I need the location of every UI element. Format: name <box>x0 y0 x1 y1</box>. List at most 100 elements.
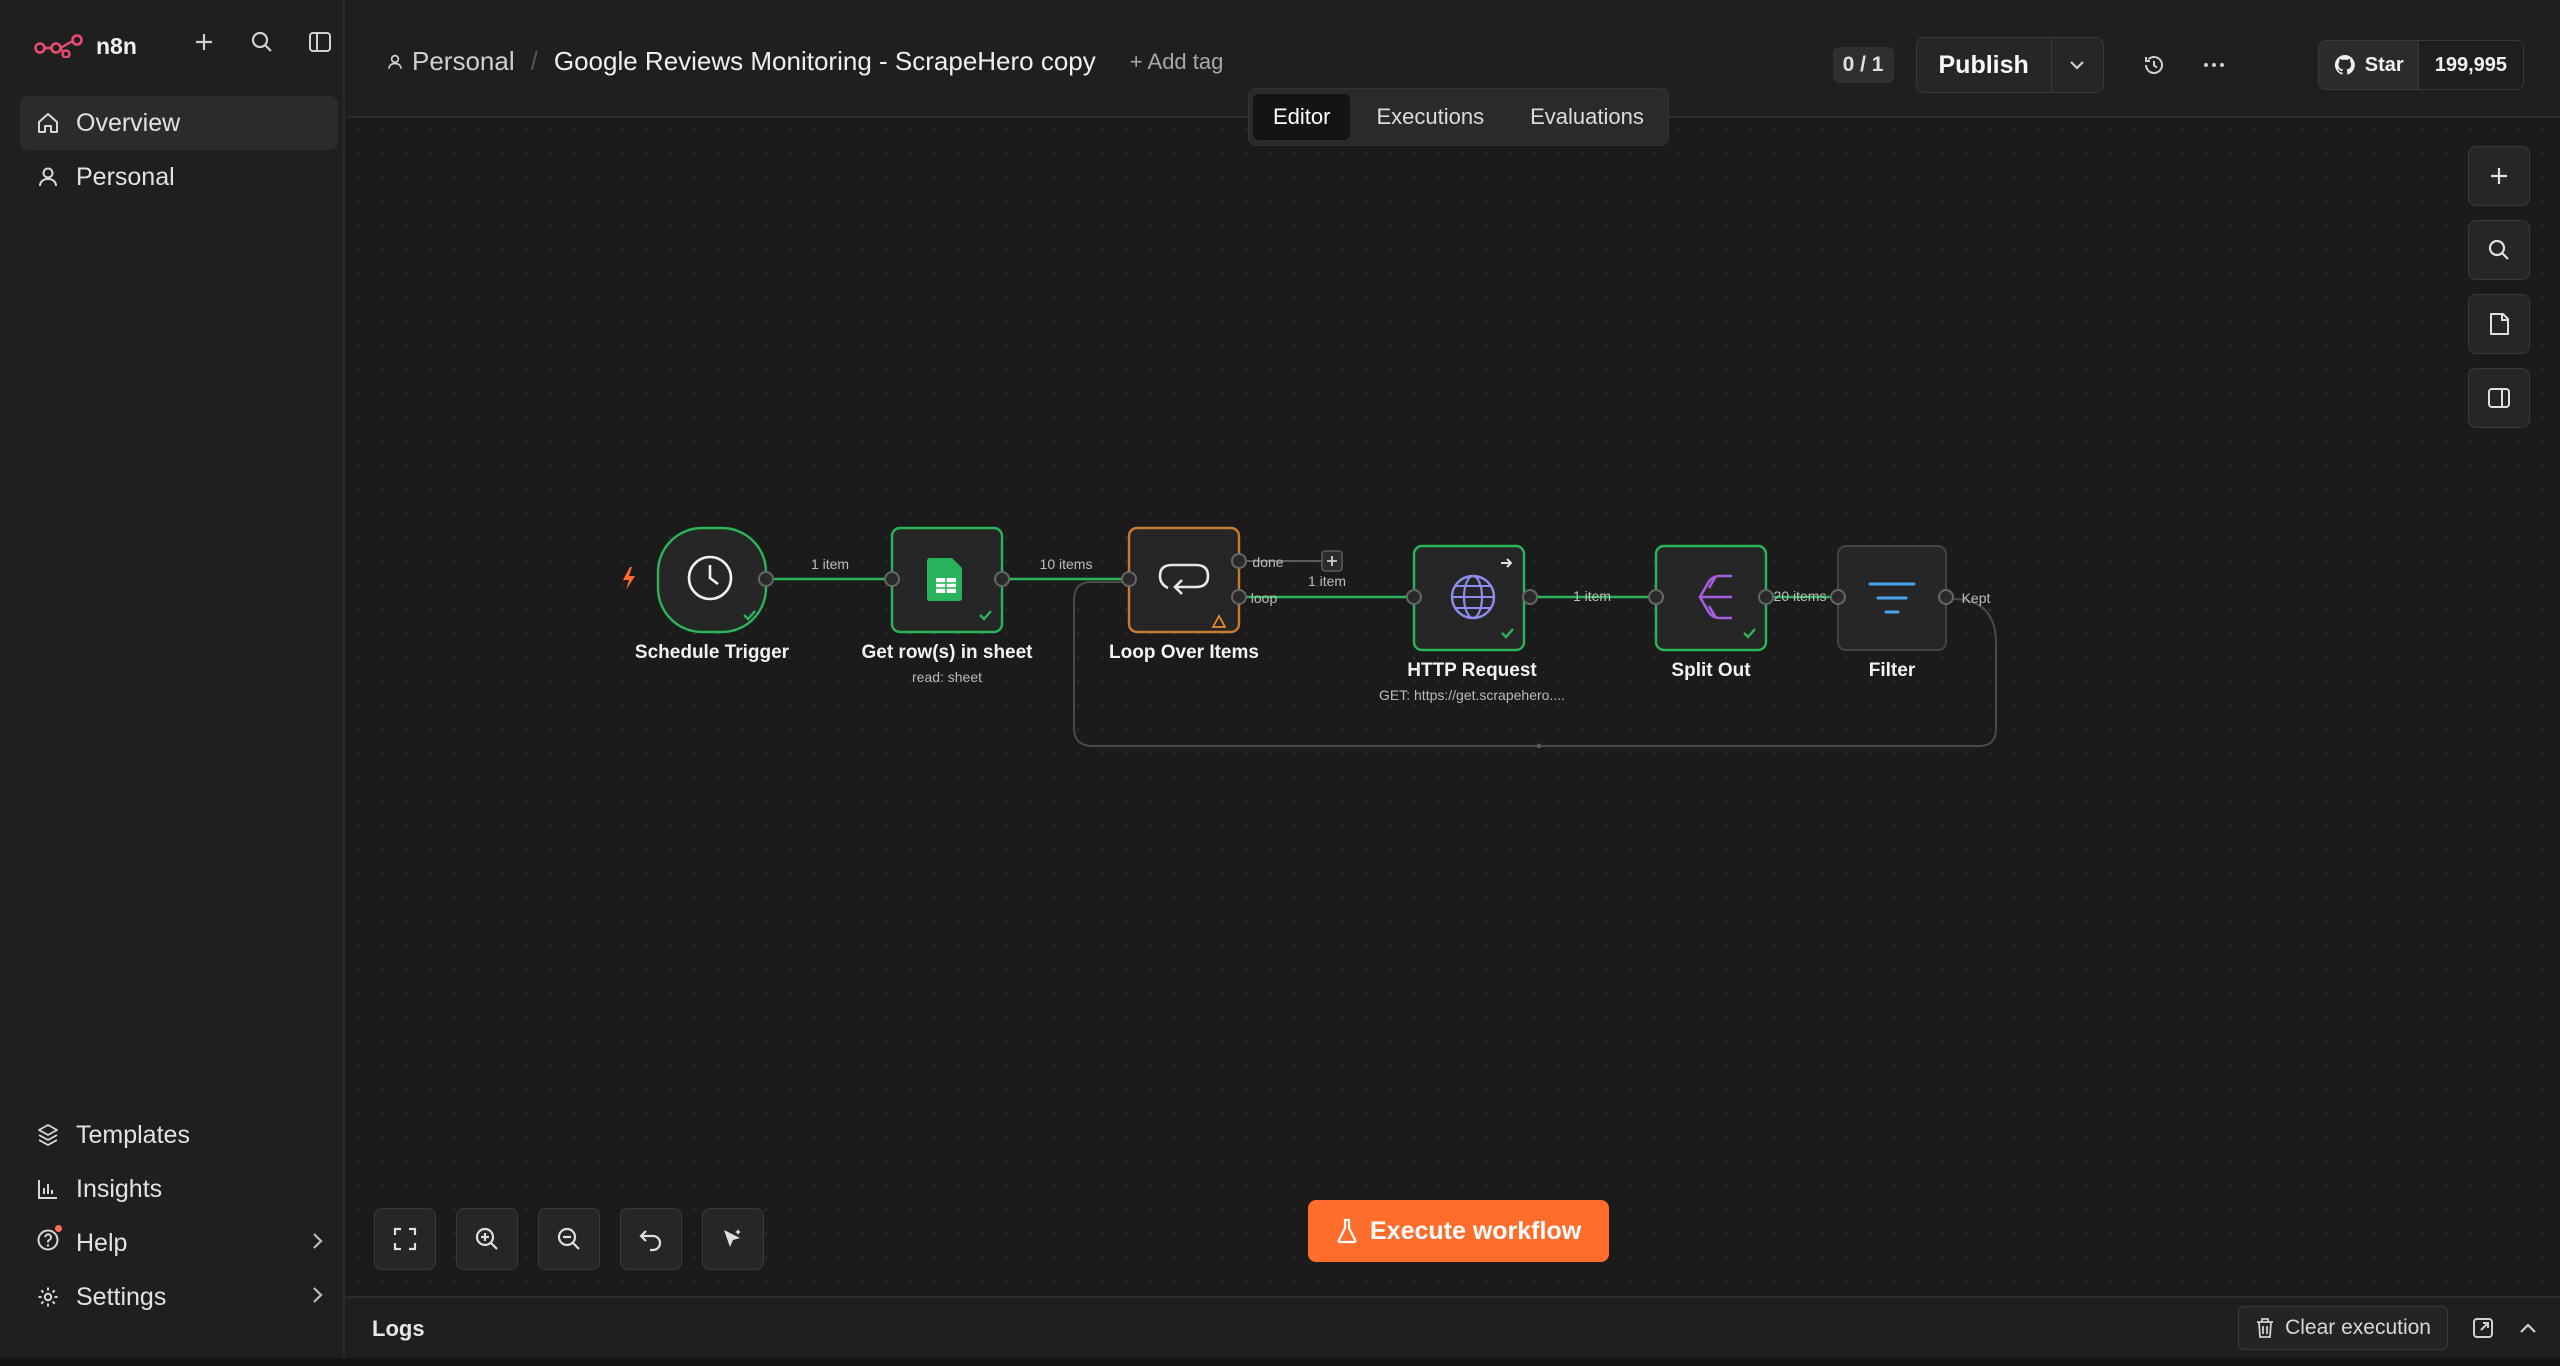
github-icon <box>2334 54 2355 75</box>
user-icon <box>388 54 402 69</box>
chevron-up-icon[interactable] <box>2518 1321 2538 1335</box>
edge-label-loop-http: 1 item <box>1307 573 1347 589</box>
version-counter: 0 / 1 <box>1832 47 1894 83</box>
user-icon <box>39 167 57 187</box>
output-handle-done[interactable] <box>1231 553 1247 569</box>
github-star-widget[interactable]: Star 199,995 <box>2317 40 2524 90</box>
input-handle[interactable] <box>884 571 900 587</box>
zoom-in-icon[interactable] <box>456 1208 518 1270</box>
input-handle[interactable] <box>1648 589 1664 605</box>
edge-label-kept: Kept <box>1961 590 1991 606</box>
output-handle[interactable] <box>994 571 1010 587</box>
connection-midpoint <box>1536 743 1542 749</box>
workflow-title[interactable]: Google Reviews Monitoring - ScrapeHero c… <box>554 46 1096 77</box>
plus-icon[interactable] <box>190 28 218 56</box>
add-node-button[interactable] <box>1321 550 1343 572</box>
output-handle[interactable] <box>1758 589 1774 605</box>
sticky-note-icon[interactable] <box>2468 294 2530 354</box>
edge-label-split-filter: 20 items <box>1773 588 1827 604</box>
output-handle-loop[interactable] <box>1231 589 1247 605</box>
sheets-icon <box>927 558 962 601</box>
edge-label-trigger-sheet: 1 item <box>810 556 850 572</box>
home-icon <box>38 113 58 133</box>
node-loop-over-items[interactable] <box>1121 526 1247 634</box>
node-http-request[interactable] <box>1406 544 1538 652</box>
sidebar-item-label: Templates <box>76 1120 190 1149</box>
history-icon[interactable] <box>2132 43 2176 87</box>
sidebar-item-settings[interactable]: Settings <box>20 1270 338 1324</box>
logo[interactable]: n8n <box>34 28 137 64</box>
output-handle[interactable] <box>758 571 774 587</box>
chevron-right-icon <box>310 1229 324 1258</box>
node-filter[interactable] <box>1830 545 1954 651</box>
output-handle[interactable] <box>1938 589 1954 605</box>
node-label-get-rows: Get row(s) in sheet <box>861 642 1033 663</box>
sidebar-bottom-nav: Templates Insights Help Settings <box>20 1108 338 1324</box>
sidebar-item-insights[interactable]: Insights <box>20 1162 338 1216</box>
publish-group: Publish <box>1915 37 2104 93</box>
top-right-actions: 0 / 1 Publish Star 199,995 <box>1832 36 2560 94</box>
sidebar-top-nav: Overview Personal <box>20 96 338 204</box>
sidebar-item-label: Insights <box>76 1174 163 1203</box>
pop-out-icon[interactable] <box>2472 1317 2494 1339</box>
chevron-down-icon <box>2070 61 2085 70</box>
search-icon[interactable] <box>248 28 276 56</box>
breadcrumb-project[interactable]: Personal <box>386 46 515 77</box>
collapse-sidebar-icon[interactable] <box>306 28 334 56</box>
sidebar: n8n Overview Personal Templates Insights… <box>0 0 345 1366</box>
sidebar-item-personal[interactable]: Personal <box>20 150 338 204</box>
side-panel-icon[interactable] <box>2468 368 2530 428</box>
sidebar-item-help[interactable]: Help <box>20 1216 338 1270</box>
chevron-right-icon <box>310 1283 324 1312</box>
github-star-count: 199,995 <box>2417 41 2523 89</box>
undo-icon[interactable] <box>620 1208 682 1270</box>
publish-button[interactable]: Publish <box>1916 38 2051 92</box>
zoom-out-icon[interactable] <box>538 1208 600 1270</box>
settings-icon <box>38 1287 58 1307</box>
github-star-button[interactable]: Star <box>2318 41 2418 89</box>
node-label-schedule-trigger: Schedule Trigger <box>634 642 790 663</box>
sidebar-item-label: Help <box>76 1228 128 1257</box>
sidebar-actions <box>190 28 334 56</box>
sidebar-item-label: Overview <box>76 108 181 137</box>
tidy-up-icon[interactable] <box>702 1208 764 1270</box>
github-star-label: Star <box>2364 53 2404 76</box>
node-label-loop: Loop Over Items <box>1109 642 1259 663</box>
input-handle[interactable] <box>1830 589 1846 605</box>
search-nodes-icon[interactable] <box>2468 220 2530 280</box>
fit-view-icon[interactable] <box>374 1208 436 1270</box>
logs-actions: Clear execution <box>2238 1306 2538 1350</box>
insights-icon <box>38 1180 57 1199</box>
help-icon <box>36 1224 62 1259</box>
input-handle[interactable] <box>1406 589 1422 605</box>
input-handle[interactable] <box>1121 571 1137 587</box>
edge-label-loop: loop <box>1250 590 1278 606</box>
execute-workflow-button[interactable]: Execute workflow <box>1308 1200 1610 1262</box>
output-handle[interactable] <box>1522 589 1538 605</box>
canvas-right-tools <box>2468 146 2530 428</box>
templates-icon <box>38 1124 58 1146</box>
node-get-rows-in-sheet[interactable] <box>884 526 1010 634</box>
breadcrumb: Personal / Google Reviews Monitoring - S… <box>386 46 1223 77</box>
sidebar-item-label: Personal <box>76 162 175 191</box>
logs-panel[interactable]: Logs Clear execution <box>346 1296 2560 1358</box>
publish-dropdown[interactable] <box>2050 38 2103 92</box>
workflow-graph <box>623 526 1997 749</box>
node-schedule-trigger[interactable] <box>656 526 774 634</box>
clear-execution-label: Clear execution <box>2285 1316 2431 1339</box>
breadcrumb-project-label: Personal <box>412 46 515 76</box>
workflow-canvas[interactable]: Editor Executions Evaluations 1 item 10 … <box>346 88 2560 1296</box>
node-split-out[interactable] <box>1648 544 1774 652</box>
clear-execution-button[interactable]: Clear execution <box>2238 1306 2448 1350</box>
edge-label-sheet-loop: 10 items <box>1039 556 1093 572</box>
add-tag-button[interactable]: + Add tag <box>1130 49 1224 75</box>
sidebar-item-templates[interactable]: Templates <box>20 1108 338 1162</box>
add-node-icon[interactable] <box>2468 146 2530 206</box>
node-label-filter: Filter <box>1868 660 1916 681</box>
edge-label-done: done <box>1252 554 1284 570</box>
sidebar-item-overview[interactable]: Overview <box>20 96 338 150</box>
trigger-bolt-icon <box>623 567 635 590</box>
more-options-icon[interactable] <box>2192 43 2236 87</box>
window-bottom-edge <box>0 1358 2560 1366</box>
node-label-http: HTTP Request <box>1407 660 1537 681</box>
